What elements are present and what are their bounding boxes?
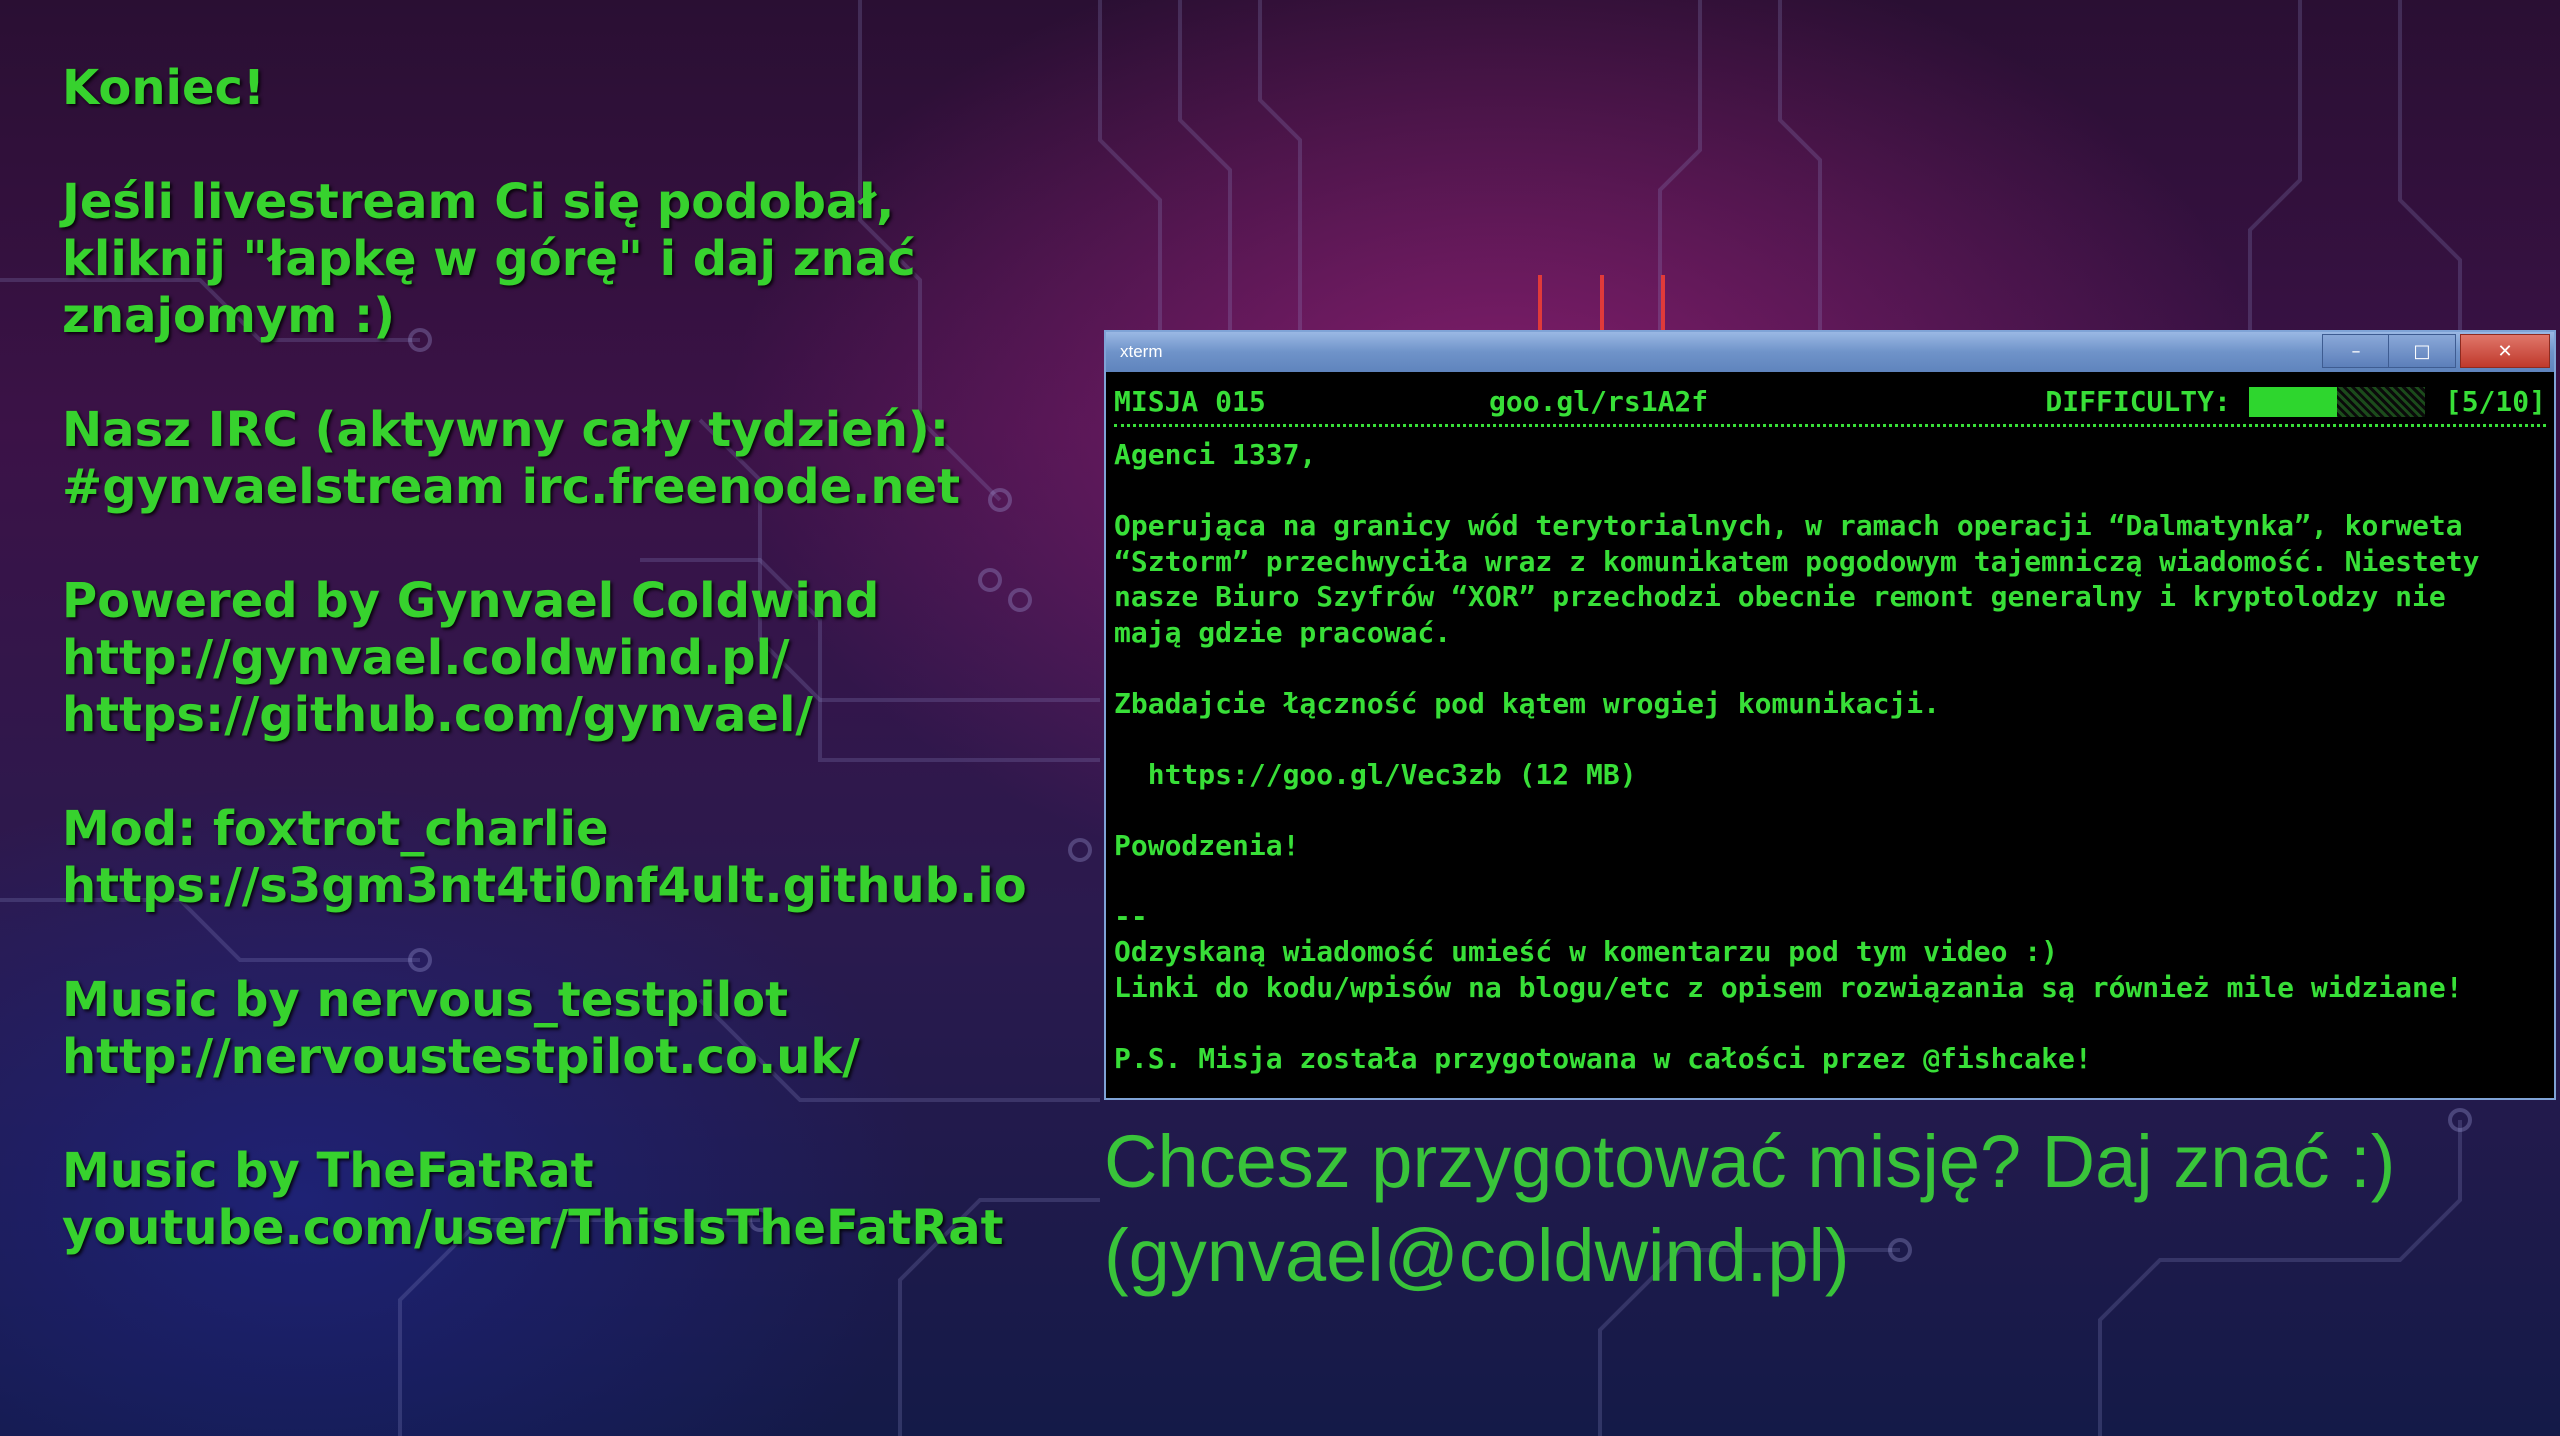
irc-heading: Nasz IRC (aktywny cały tydzień): <box>62 402 950 458</box>
download-link: https://goo.gl/Vec3zb (12 MB) <box>1114 757 1637 791</box>
difficulty-text: [5/10] <box>2444 385 2546 418</box>
close-button[interactable]: ✕ <box>2460 334 2550 368</box>
maximize-icon: □ <box>2413 340 2431 362</box>
mod-label: Mod: foxtrot_charlie <box>62 801 609 857</box>
maximize-button[interactable]: □ <box>2388 334 2456 368</box>
difficulty-label: DIFFICULTY: <box>2045 385 2231 418</box>
music-credit-2: Music by TheFatRat <box>62 1143 594 1199</box>
powered-by-label: Powered by Gynvael Coldwind <box>62 573 880 629</box>
terminal-line: P.S. Misja została przygotowana w całośc… <box>1114 1041 2092 1075</box>
irc-channel: #gynvaelstream irc.freenode.net <box>62 459 961 515</box>
terminal-line: Zbadajcie łączność pod kątem wrogiej kom… <box>1114 686 1941 720</box>
terminal-line: Powodzenia! <box>1114 828 1300 862</box>
terminal-line: mają gdzie pracować. <box>1114 615 1452 649</box>
gynvael-blog-link: http://gynvael.coldwind.pl/ <box>62 630 790 686</box>
terminal-line: nasze Biuro Szyfrów “XOR” przechodzi obe… <box>1114 580 2446 613</box>
difficulty-bar-fill <box>2248 386 2337 417</box>
music-link-1: http://nervoustestpilot.co.uk/ <box>62 1029 860 1085</box>
terminal-line: “Sztorm” przechwyciła wraz z komunikatem… <box>1114 544 2480 578</box>
like-request-line: znajomym :) <box>62 288 396 344</box>
difficulty-indicator: DIFFICULTY: [5/10] <box>2045 384 2546 420</box>
credits-text: Koniec! Jeśli livestream Ci się podobał,… <box>62 60 1027 1314</box>
terminal-line: Operująca na granicy wód terytorialnych,… <box>1114 509 2463 542</box>
like-request-line: Jeśli livestream Ci się podobał, <box>62 174 895 230</box>
difficulty-bar <box>2248 386 2425 417</box>
xterm-window[interactable]: xterm – □ ✕ MISJA 015 goo.gl/rs1A2f DIFF… <box>1104 330 2556 1100</box>
mod-link: https://s3gm3nt4ti0nf4ult.github.io <box>62 858 1027 914</box>
promo-email: (gynvael@coldwind.pl) <box>1104 1214 1850 1297</box>
minimize-icon: – <box>2351 340 2361 362</box>
terminal-line: Odzyskaną wiadomość umieść w komentarzu … <box>1114 935 2059 968</box>
terminal-line: Linki do kodu/wpisów na blogu/etc z opis… <box>1114 970 2463 1004</box>
promo-text: Chcesz przygotować misję? Daj znać :) (g… <box>1104 1115 2395 1303</box>
music-credit-1: Music by nervous_testpilot <box>62 972 789 1028</box>
mission-header: MISJA 015 goo.gl/rs1A2f DIFFICULTY: [5/1… <box>1114 384 2546 420</box>
window-title: xterm <box>1120 342 1163 361</box>
gynvael-github-link: https://github.com/gynvael/ <box>62 687 813 743</box>
terminal-content[interactable]: MISJA 015 goo.gl/rs1A2f DIFFICULTY: [5/1… <box>1114 384 2546 1076</box>
ending-heading: Koniec! <box>62 60 265 116</box>
minimize-button[interactable]: – <box>2322 334 2390 368</box>
like-request-line: kliknij "łapkę w górę" i daj znać <box>62 231 916 287</box>
close-icon: ✕ <box>2497 340 2513 362</box>
mission-link: goo.gl/rs1A2f <box>1489 385 1709 418</box>
terminal-line: -- <box>1114 899 1148 933</box>
window-titlebar[interactable]: xterm – □ ✕ <box>1106 332 2554 372</box>
mission-number: MISJA 015 <box>1114 385 1266 418</box>
music-link-2: youtube.com/user/ThisIsTheFatRat <box>62 1200 1004 1256</box>
promo-line-1: Chcesz przygotować misję? Daj znać :) <box>1104 1120 2396 1203</box>
